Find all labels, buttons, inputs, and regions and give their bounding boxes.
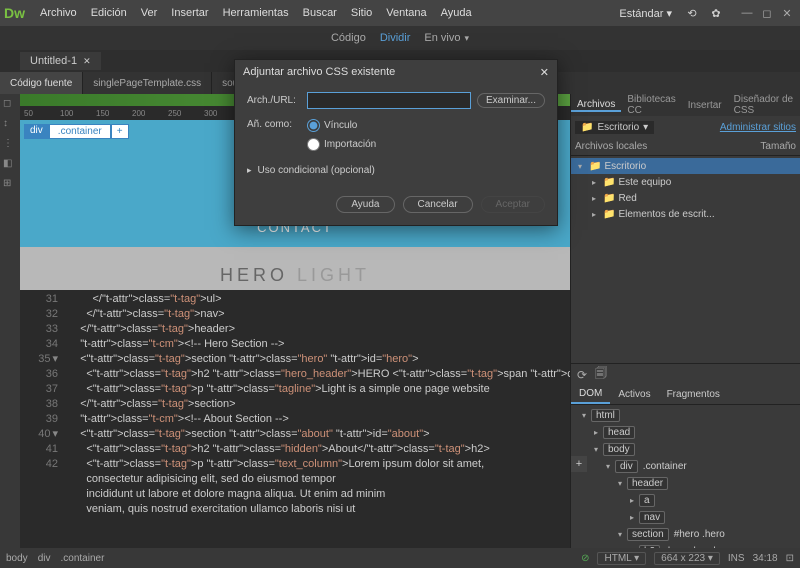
dom-tree-item[interactable]: ▾body xyxy=(571,441,800,458)
tab-title: Untitled-1 xyxy=(30,55,77,67)
help-button[interactable]: Ayuda xyxy=(336,196,394,213)
subtab-css[interactable]: singlePageTemplate.css xyxy=(83,72,212,94)
status-size[interactable]: 664 x 223 ▾ xyxy=(654,552,720,565)
tab-activos[interactable]: Activos xyxy=(610,385,658,404)
workspace-switcher[interactable]: Estándar ▾ xyxy=(613,7,678,20)
breadcrumb-div[interactable]: div xyxy=(38,553,51,564)
status-viewport-icon[interactable]: ⊡ xyxy=(786,553,794,564)
tab-css-designer[interactable]: Diseñador de CSS xyxy=(728,94,800,116)
status-time: 34:18 xyxy=(753,553,778,564)
right-panel-tabs: Archivos Bibliotecas CC Insertar Diseñad… xyxy=(571,94,800,116)
dom-tree[interactable]: ▾html▸head▾body+▾div.container▾header▸a▸… xyxy=(571,405,800,548)
file-tree-item[interactable]: ▸📁Elementos de escrit... xyxy=(571,206,800,222)
element-selector[interactable]: div .container + xyxy=(24,124,129,139)
dom-tree-item[interactable]: ▸a xyxy=(571,492,800,509)
code-content[interactable]: </"t-attr">class="t-tag">ul> </"t-attr">… xyxy=(64,290,570,548)
collect-icon[interactable]: 🗐 xyxy=(595,364,607,385)
line-gutter: 3132333435▾3637383940▾4142 xyxy=(20,290,64,548)
dom-tree-item[interactable]: ▾html xyxy=(571,407,800,424)
tool-icon[interactable]: ↕ xyxy=(3,118,17,132)
conditional-use-toggle[interactable]: ▸ Uso condicional (opcional) xyxy=(247,161,545,186)
dialog-title: Adjuntar archivo CSS existente xyxy=(243,66,395,78)
radio-import[interactable]: Importación xyxy=(307,138,376,151)
tool-icon[interactable]: ⊞ xyxy=(3,178,17,192)
status-lang[interactable]: HTML ▾ xyxy=(597,552,646,565)
tool-icon[interactable]: ◻ xyxy=(3,98,17,112)
files-toolbar: 📁 Escritorio ▾ Administrar sitios xyxy=(571,116,800,138)
left-toolbar: ◻ ↕ ⋮ ◧ ⊞ xyxy=(0,94,20,548)
tab-archivos[interactable]: Archivos xyxy=(571,99,621,112)
files-columns: Archivos locales Tamaño xyxy=(571,138,800,156)
file-tree[interactable]: ▾📁Escritorio▸📁Este equipo▸📁Red▸📁Elemento… xyxy=(571,156,800,224)
menu-ver[interactable]: Ver xyxy=(134,7,165,19)
status-check-icon[interactable]: ⊘ xyxy=(581,553,589,564)
dom-tree-item[interactable]: ▾section#hero .hero xyxy=(571,526,800,543)
view-switcher: Código Dividir En vivo xyxy=(0,26,800,50)
dom-tree-item[interactable]: ▸h2.hero_header xyxy=(571,543,800,548)
code-editor[interactable]: 3132333435▾3637383940▾4142 </"t-attr">cl… xyxy=(20,290,570,548)
site-dropdown[interactable]: 📁 Escritorio ▾ xyxy=(575,121,654,134)
selected-tag: div xyxy=(24,124,49,139)
tab-fragmentos[interactable]: Fragmentos xyxy=(659,385,728,404)
menu-edicion[interactable]: Edición xyxy=(84,7,134,19)
menu-archivo[interactable]: Archivo xyxy=(33,7,84,19)
view-code[interactable]: Código xyxy=(331,32,366,44)
close-tab-icon[interactable]: ✕ xyxy=(83,56,91,67)
col-size[interactable]: Tamaño xyxy=(760,141,796,152)
file-tree-item[interactable]: ▸📁Red xyxy=(571,190,800,206)
cancel-button[interactable]: Cancelar xyxy=(403,196,473,213)
dom-toolbar: ⟳ 🗐 xyxy=(571,363,800,385)
menu-ayuda[interactable]: Ayuda xyxy=(434,7,479,19)
document-tab[interactable]: Untitled-1 ✕ xyxy=(20,52,101,70)
col-local[interactable]: Archivos locales xyxy=(575,141,647,152)
ok-button[interactable]: Aceptar xyxy=(481,196,545,213)
menu-herramientas[interactable]: Herramientas xyxy=(216,7,296,19)
menu-buscar[interactable]: Buscar xyxy=(296,7,344,19)
dom-tree-item[interactable]: ▸nav xyxy=(571,509,800,526)
view-live[interactable]: En vivo xyxy=(424,32,469,44)
menu-insertar[interactable]: Insertar xyxy=(164,7,215,19)
menu-ventana[interactable]: Ventana xyxy=(379,7,433,19)
url-label: Arch./URL: xyxy=(247,95,307,106)
menu-sitio[interactable]: Sitio xyxy=(344,7,379,19)
manage-sites-link[interactable]: Administrar sitios xyxy=(720,122,796,133)
status-ins[interactable]: INS xyxy=(728,553,745,564)
dom-add-button[interactable]: + xyxy=(571,456,587,472)
view-split[interactable]: Dividir xyxy=(380,32,411,44)
add-selector-button[interactable]: + xyxy=(111,124,129,139)
subtab-source[interactable]: Código fuente xyxy=(0,72,83,94)
breadcrumb-container[interactable]: .container xyxy=(60,553,104,564)
selected-class: .container xyxy=(49,124,111,139)
addas-label: Añ. como: xyxy=(247,119,307,130)
breadcrumb-body[interactable]: body xyxy=(6,553,28,564)
preview-hero-text: HERO LIGHT xyxy=(20,247,570,290)
tab-insertar[interactable]: Insertar xyxy=(682,100,728,111)
file-tree-item[interactable]: ▸📁Este equipo xyxy=(571,174,800,190)
minimize-button[interactable]: — xyxy=(738,6,756,20)
menubar: Dw Archivo Edición Ver Insertar Herramie… xyxy=(0,0,800,26)
status-bar: body div .container ⊘ HTML ▾ 664 x 223 ▾… xyxy=(0,548,800,568)
attach-css-dialog: Adjuntar archivo CSS existente ✕ Arch./U… xyxy=(234,59,558,226)
dom-tree-item[interactable]: ▾header xyxy=(571,475,800,492)
sync-icon[interactable]: ⟲ xyxy=(682,3,702,23)
tool-icon[interactable]: ⋮ xyxy=(3,138,17,152)
close-window-button[interactable]: ✕ xyxy=(778,6,796,20)
maximize-button[interactable]: ◻ xyxy=(758,6,776,20)
file-tree-item[interactable]: ▾📁Escritorio xyxy=(571,158,800,174)
dom-panel-tabs: DOM Activos Fragmentos xyxy=(571,385,800,405)
tab-bibliotecas[interactable]: Bibliotecas CC xyxy=(621,94,681,116)
refresh-icon[interactable]: ⟳ xyxy=(577,368,587,382)
chevron-right-icon: ▸ xyxy=(247,165,252,176)
tab-dom[interactable]: DOM xyxy=(571,385,610,404)
url-input[interactable] xyxy=(307,92,471,109)
browse-button[interactable]: Examinar... xyxy=(477,93,545,108)
dom-tree-item[interactable]: ▸head xyxy=(571,424,800,441)
dialog-close-icon[interactable]: ✕ xyxy=(540,66,549,79)
app-logo: Dw xyxy=(4,5,25,21)
dom-tree-item[interactable]: ▾div.container xyxy=(571,458,800,475)
tool-icon[interactable]: ◧ xyxy=(3,158,17,172)
radio-link[interactable]: Vínculo xyxy=(307,119,376,132)
settings-icon[interactable]: ✿ xyxy=(706,3,726,23)
